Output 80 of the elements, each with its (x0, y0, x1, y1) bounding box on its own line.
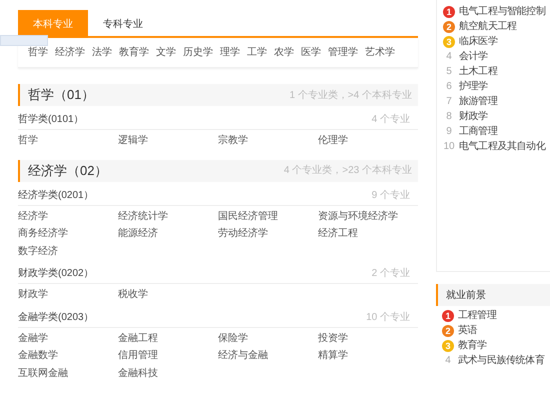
major-link[interactable]: 保险学 (218, 330, 318, 347)
major-link[interactable]: 逻辑学 (118, 132, 218, 150)
discipline-link[interactable]: 工学 (247, 45, 267, 60)
tab[interactable]: 专科专业 (88, 10, 158, 38)
discipline-link[interactable]: 哲学 (28, 45, 48, 60)
major-link[interactable]: 数字经济 (18, 242, 118, 260)
rank-badge: 3 (443, 36, 455, 48)
section-title: 经济学（02） (28, 162, 108, 180)
major-link[interactable]: 工商管理 (459, 124, 498, 139)
major-link[interactable]: 经济工程 (318, 225, 418, 242)
major-link[interactable]: 经济与金融 (218, 347, 318, 364)
group-count: 2 个专业 (372, 266, 410, 281)
discipline-link[interactable]: 文学 (156, 45, 176, 60)
major-link[interactable]: 哲学 (18, 132, 118, 150)
major-link[interactable]: 电气工程与智能控制 (459, 4, 546, 19)
group-count: 4 个专业 (372, 112, 410, 127)
rank-number: 6 (445, 80, 453, 94)
major-link[interactable]: 临床医学 (459, 34, 498, 49)
discipline-link[interactable]: 历史学 (183, 45, 213, 60)
major-link[interactable]: 航空航天工程 (459, 19, 517, 34)
major-link[interactable]: 金融科技 (118, 364, 218, 382)
rank-number: 7 (445, 95, 453, 109)
major-link[interactable]: 商务经济学 (18, 225, 118, 242)
major-link[interactable]: 护理学 (459, 79, 488, 94)
major-link[interactable]: 精算学 (318, 347, 418, 364)
major-link[interactable]: 教育学 (458, 338, 487, 353)
major-link[interactable]: 旅游管理 (459, 94, 498, 109)
group-count: 10 个专业 (366, 310, 410, 324)
rank-badge: 2 (442, 324, 454, 336)
major-link[interactable]: 财政学 (18, 286, 118, 304)
group-title: 哲学类(0101） (18, 112, 84, 127)
discipline-link[interactable]: 理学 (220, 45, 240, 60)
group-count: 9 个专业 (372, 188, 410, 202)
major-link[interactable]: 互联网金融 (18, 364, 118, 382)
major-link[interactable]: 金融学 (18, 330, 118, 347)
discipline-link[interactable]: 农学 (274, 45, 294, 60)
discipline-link[interactable]: 管理学 (328, 45, 358, 60)
discipline-link[interactable]: 经济学 (55, 45, 85, 60)
group-title: 财政学类(0202） (18, 266, 94, 281)
rank-number: 4 (444, 354, 452, 368)
section-summary: 4 个专业类，>23 个本科专业 (284, 164, 412, 178)
group-title: 经济学类(0201） (18, 188, 94, 202)
major-link[interactable]: 金融数学 (18, 347, 118, 364)
discipline-link[interactable]: 艺术学 (365, 45, 395, 60)
major-link[interactable]: 金融工程 (118, 330, 218, 347)
rank-badge: 1 (443, 6, 455, 18)
discipline-link[interactable]: 教育学 (119, 45, 149, 60)
major-link[interactable]: 英语 (458, 323, 478, 338)
rank-number: 10 (443, 140, 455, 154)
major-link[interactable]: 武术与民族传统体育 (458, 353, 544, 368)
section-summary: 1 个专业类，>4 个本科专业 (289, 88, 412, 102)
rank-number: 9 (445, 125, 453, 139)
major-link[interactable]: 伦理学 (318, 132, 418, 150)
rank-badge: 3 (442, 340, 454, 352)
major-link[interactable]: 劳动经济学 (218, 225, 318, 242)
major-link[interactable]: 工程管理 (458, 308, 496, 323)
major-link[interactable]: 土木工程 (459, 64, 498, 79)
major-link[interactable]: 经济统计学 (118, 208, 218, 225)
rank-number: 8 (445, 110, 453, 124)
major-link[interactable]: 财政学 (459, 109, 488, 124)
major-link[interactable]: 投资学 (318, 330, 418, 347)
rank-number: 5 (445, 65, 453, 79)
rank-number: 4 (445, 50, 453, 64)
section-title: 哲学（01） (28, 86, 94, 104)
group-title: 金融学类(0203） (18, 310, 94, 324)
major-link[interactable]: 信用管理 (118, 347, 218, 364)
discipline-link[interactable]: 医学 (301, 45, 321, 60)
floating-panel (0, 35, 48, 46)
major-link[interactable]: 税收学 (118, 286, 218, 304)
major-link[interactable]: 宗教学 (218, 132, 318, 150)
major-link[interactable]: 资源与环境经济学 (318, 208, 418, 225)
major-link[interactable]: 能源经济 (118, 225, 218, 242)
panel-header: 就业前景 (436, 284, 550, 306)
major-link[interactable]: 会计学 (459, 49, 488, 64)
rank-badge: 1 (442, 310, 454, 322)
rank-badge: 2 (443, 20, 455, 32)
discipline-link[interactable]: 法学 (92, 45, 112, 60)
major-link[interactable]: 国民经济管理 (218, 208, 318, 225)
major-link[interactable]: 经济学 (18, 208, 118, 225)
major-link[interactable]: 电气工程及其自动化 (459, 139, 546, 154)
